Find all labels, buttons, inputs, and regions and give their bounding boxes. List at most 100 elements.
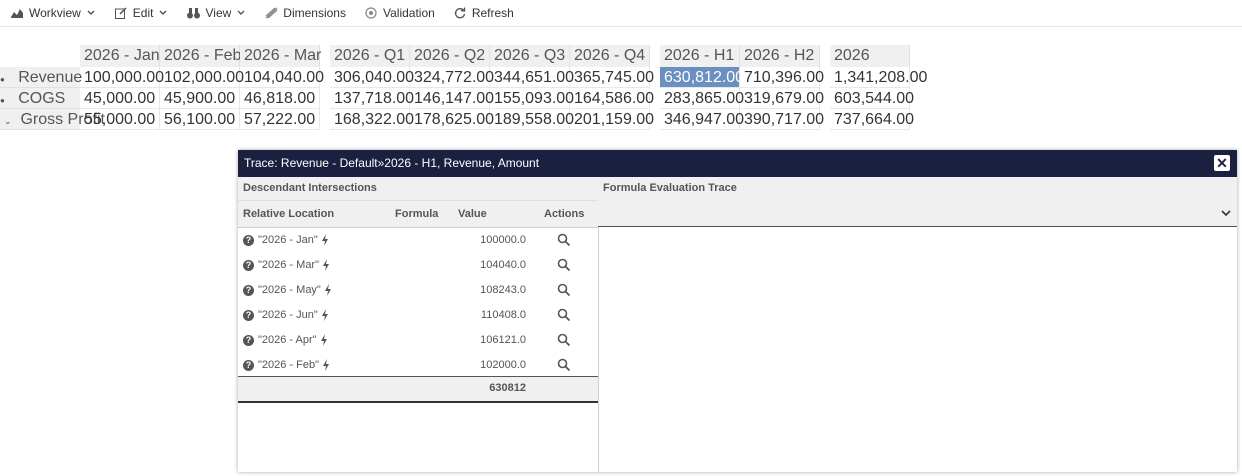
lightning-icon [323, 359, 330, 371]
grid-cell[interactable]: 55,000.00 [80, 109, 160, 130]
search-icon[interactable] [557, 333, 571, 347]
grid-cell[interactable]: 346,947.00 [660, 109, 744, 130]
edit-label: Edit [132, 6, 154, 20]
col-header-q3[interactable]: 2026 - Q3 [490, 45, 570, 67]
view-menu[interactable]: View [186, 2, 246, 24]
col-header-jan[interactable]: 2026 - Jan [80, 45, 160, 67]
validation-button[interactable]: Validation [364, 2, 435, 24]
grid-cell[interactable]: 390,717.00 [740, 109, 824, 130]
search-icon[interactable] [557, 283, 571, 297]
grid-cell[interactable]: 319,679.00 [740, 88, 824, 109]
search-icon[interactable] [557, 233, 571, 247]
col-header-q2[interactable]: 2026 - Q2 [410, 45, 490, 67]
bullet-icon: ● [0, 75, 5, 84]
validation-label: Validation [382, 6, 435, 20]
table-row: ? "2026 - Jun" 110408.0 [238, 303, 598, 328]
grid-cell-selected[interactable]: 630,812.00 [660, 67, 744, 88]
chevron-down-icon[interactable]: ⌄ [4, 116, 12, 126]
col-header-feb[interactable]: 2026 - Feb [160, 45, 241, 67]
col-header-value[interactable]: Value [458, 208, 487, 220]
col-header-h2[interactable]: 2026 - H2 [740, 45, 820, 67]
workview-label: Workview [29, 6, 81, 20]
lightning-icon [321, 309, 328, 321]
grid-cell[interactable]: 365,745.00 [570, 67, 654, 88]
grid-cell[interactable]: 710,396.00 [740, 67, 824, 88]
row-label-revenue[interactable]: ● Revenue [0, 67, 82, 88]
dialog-title: Trace: Revenue - Default»2026 - H1, Reve… [244, 156, 540, 170]
grid-cell[interactable]: 46,818.00 [240, 88, 320, 109]
total-value: 630812 [489, 382, 526, 394]
help-icon[interactable]: ? [243, 359, 254, 371]
grid-cell[interactable]: 603,544.00 [830, 88, 914, 109]
grid-cell[interactable]: 737,664.00 [830, 109, 914, 130]
help-icon[interactable]: ? [243, 284, 254, 296]
grid-cell[interactable]: 155,093.00 [490, 88, 574, 109]
grid-cell[interactable]: 283,865.00 [660, 88, 744, 109]
grid-cell[interactable]: 102,000.00 [160, 67, 244, 88]
col-header-mar[interactable]: 2026 - Mar [240, 45, 321, 67]
grid-cell[interactable]: 57,222.00 [240, 109, 320, 130]
location-text: "2026 - May" [258, 284, 321, 296]
workview-menu[interactable]: Workview [10, 2, 96, 24]
col-header-q1[interactable]: 2026 - Q1 [330, 45, 410, 67]
lightning-icon [321, 234, 328, 246]
grid-cell[interactable]: 137,718.00 [330, 88, 414, 109]
row-label-cogs[interactable]: ● COGS [0, 88, 80, 109]
validation-icon [364, 6, 378, 20]
grid-cell[interactable]: 324,772.00 [410, 67, 494, 88]
grid-cell[interactable]: 201,159.00 [570, 109, 654, 130]
grid-cell[interactable]: 168,322.00 [330, 109, 414, 130]
dimensions-button[interactable]: Dimensions [264, 2, 346, 24]
grid-cell[interactable]: 56,100.00 [160, 109, 240, 130]
value-text: 106121.0 [480, 334, 526, 346]
grid-cell[interactable]: 45,900.00 [160, 88, 240, 109]
col-header-2026[interactable]: 2026 [830, 45, 910, 67]
grid-cell[interactable]: 306,040.00 [330, 67, 414, 88]
location-text: "2026 - Jan" [258, 234, 318, 246]
chevron-down-icon [158, 8, 168, 18]
grid-cell[interactable]: 146,147.00 [410, 88, 494, 109]
grid-cell[interactable]: 189,558.00 [490, 109, 574, 130]
help-icon[interactable]: ? [243, 259, 254, 271]
value-text: 108243.0 [480, 284, 526, 296]
value-text: 100000.0 [480, 234, 526, 246]
grid-cell[interactable]: 164,586.00 [570, 88, 654, 109]
table-row: ? "2026 - May" 108243.0 [238, 278, 598, 303]
dimensions-label: Dimensions [283, 6, 346, 20]
chevron-down-icon [86, 8, 96, 18]
search-icon[interactable] [557, 358, 571, 372]
grid-cell[interactable]: 104,040.00 [240, 67, 324, 88]
grid-cell[interactable]: 100,000.00 [80, 67, 164, 88]
table-row: ? "2026 - Apr" 106121.0 [238, 328, 598, 353]
edit-menu[interactable]: Edit [114, 2, 169, 24]
descendant-intersections-header: Descendant Intersections [238, 177, 598, 201]
col-header-actions[interactable]: Actions [544, 208, 584, 220]
refresh-label: Refresh [471, 6, 514, 20]
col-header-formula[interactable]: Formula [395, 208, 438, 220]
refresh-button[interactable]: Refresh [453, 2, 514, 24]
grid-cell[interactable]: 344,651.00 [490, 67, 574, 88]
help-icon[interactable]: ? [243, 234, 254, 246]
grid-cell[interactable]: 1,341,208.00 [830, 67, 927, 88]
col-header-location[interactable]: Relative Location [243, 208, 334, 220]
grid-cell[interactable]: 178,625.00 [410, 109, 494, 130]
descendant-intersections-pane: Descendant Intersections Relative Locati… [238, 177, 599, 472]
search-icon[interactable] [557, 258, 571, 272]
refresh-icon [453, 6, 467, 20]
edit-icon [114, 6, 128, 20]
row-label-gross-profit[interactable]: ⌄ Gross Profit [0, 109, 105, 130]
grid-cell[interactable]: 45,000.00 [80, 88, 160, 109]
chevron-down-icon[interactable] [1221, 208, 1231, 218]
dimensions-icon [264, 6, 278, 20]
col-header-h1[interactable]: 2026 - H1 [660, 45, 740, 67]
col-header-q4[interactable]: 2026 - Q4 [570, 45, 650, 67]
close-button[interactable]: ✕ [1214, 155, 1230, 171]
formula-trace-header: Formula Evaluation Trace [598, 177, 1237, 200]
table-row: ? "2026 - Jan" 100000.0 [238, 228, 598, 253]
total-row: 630812 [238, 376, 598, 403]
value-text: 110408.0 [480, 309, 526, 321]
dialog-title-bar: Trace: Revenue - Default»2026 - H1, Reve… [238, 150, 1237, 177]
help-icon[interactable]: ? [243, 309, 254, 321]
search-icon[interactable] [557, 308, 571, 322]
help-icon[interactable]: ? [243, 334, 254, 346]
